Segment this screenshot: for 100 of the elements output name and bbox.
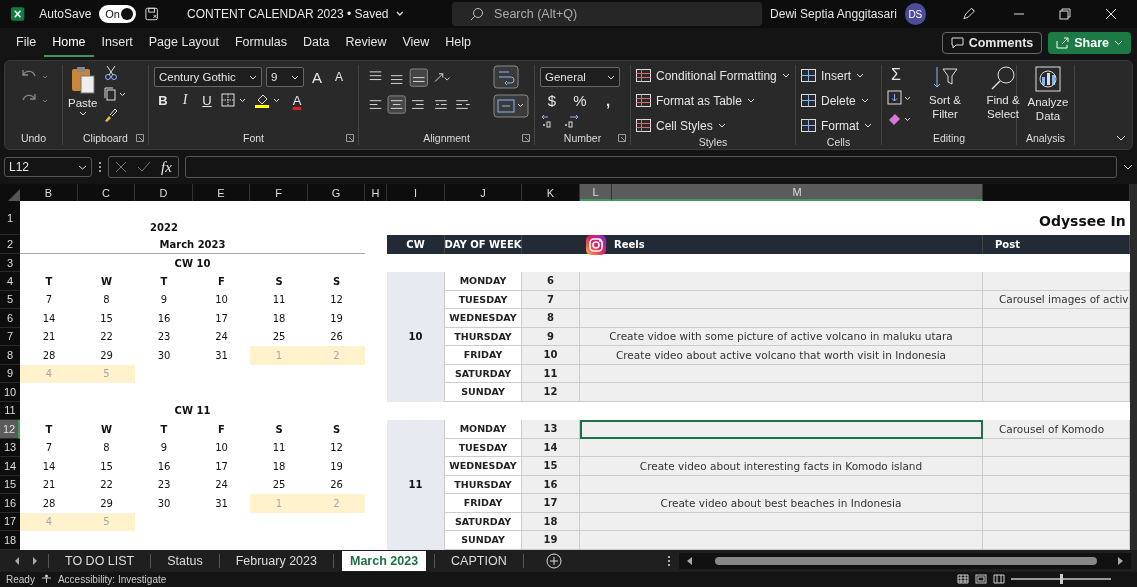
name-box[interactable]: L12: [4, 157, 92, 177]
user-avatar[interactable]: DS: [904, 3, 926, 25]
check-icon[interactable]: [137, 161, 151, 173]
cells-menu-button[interactable]: Delete: [801, 90, 876, 111]
cut-icon[interactable]: [103, 65, 120, 81]
merge-cells-icon[interactable]: [493, 94, 529, 118]
comments-button[interactable]: Comments: [941, 32, 1043, 54]
column-header[interactable]: J: [445, 184, 522, 201]
post-cell[interactable]: Carousel of Komodo: [983, 420, 1130, 439]
collapse-ribbon-icon[interactable]: [1116, 135, 1126, 141]
user-name[interactable]: Dewi Septia Anggitasari: [770, 7, 897, 21]
share-button[interactable]: Share: [1048, 32, 1131, 54]
insert-function-button[interactable]: fx: [161, 158, 172, 176]
post-cell[interactable]: [983, 457, 1130, 476]
font-color-button[interactable]: A: [288, 90, 306, 110]
styles-menu-button[interactable]: Format as Table: [636, 90, 790, 111]
scroll-left-icon[interactable]: [685, 555, 693, 566]
restore-icon[interactable]: [1059, 8, 1071, 20]
column-header[interactable]: C: [78, 184, 135, 201]
row-header[interactable]: 10: [0, 383, 20, 402]
column-header[interactable]: K: [522, 184, 580, 201]
accessibility-icon[interactable]: [40, 574, 52, 585]
currency-button[interactable]: $: [540, 90, 564, 110]
column-header[interactable]: M: [612, 184, 983, 201]
more-options-icon[interactable]: [667, 554, 671, 567]
autosum-button[interactable]: Σ: [887, 65, 905, 85]
cells-menu-button[interactable]: Insert: [801, 65, 876, 86]
styles-menu-button[interactable]: Cell Styles: [636, 115, 790, 136]
row-header[interactable]: 16: [0, 494, 20, 513]
sort-filter-button[interactable]: Sort & Filter: [919, 65, 971, 121]
styles-menu-button[interactable]: Conditional Formatting: [636, 65, 790, 86]
next-sheet-icon[interactable]: [30, 555, 40, 566]
comma-style-button[interactable]: ,: [596, 90, 620, 110]
dialog-launcher-icon[interactable]: [522, 134, 530, 142]
post-cell[interactable]: [983, 494, 1130, 513]
analyze-data-button[interactable]: Analyze Data: [1022, 65, 1074, 123]
menu-tab[interactable]: File: [8, 29, 45, 57]
menu-tab[interactable]: Home: [44, 29, 94, 57]
menu-tab[interactable]: Review: [337, 29, 395, 57]
menu-tab[interactable]: Help: [437, 29, 480, 57]
paste-button[interactable]: Paste: [68, 65, 98, 116]
document-title[interactable]: CONTENT CALENDAR 2023 • Saved: [187, 7, 389, 21]
sheet-tab[interactable]: February 2023: [227, 550, 325, 571]
sheet-tab[interactable]: March 2023: [342, 550, 427, 571]
column-header[interactable]: D: [135, 184, 193, 201]
copy-icon[interactable]: [103, 86, 128, 102]
column-header[interactable]: I: [387, 184, 445, 201]
underline-button[interactable]: U: [198, 90, 216, 110]
number-format-field[interactable]: General: [540, 67, 620, 87]
column-header[interactable]: H: [365, 184, 387, 201]
row-header[interactable]: 3: [0, 254, 20, 272]
menu-tab[interactable]: View: [394, 29, 438, 57]
post-cell[interactable]: [983, 531, 1130, 550]
page-break-icon[interactable]: [993, 574, 1005, 585]
post-cell[interactable]: [983, 346, 1130, 365]
column-header[interactable]: L: [580, 184, 612, 201]
add-sheet-icon[interactable]: [545, 552, 562, 569]
vertical-scrollbar[interactable]: [1130, 184, 1137, 550]
page-layout-icon[interactable]: [975, 574, 987, 585]
dialog-launcher-icon[interactable]: [136, 134, 144, 142]
shrink-font-button[interactable]: A: [330, 67, 348, 87]
caret-icon[interactable]: [396, 11, 405, 17]
row-header[interactable]: 2: [0, 235, 20, 254]
sheet-tab[interactable]: Status: [159, 550, 211, 571]
post-cell[interactable]: [983, 309, 1130, 328]
format-painter-icon[interactable]: [103, 107, 120, 123]
sheet-tab[interactable]: CAPTION: [443, 550, 515, 571]
row-header[interactable]: 18: [0, 531, 20, 550]
normal-view-icon[interactable]: [957, 574, 969, 585]
close-icon[interactable]: [1105, 8, 1117, 20]
row-header[interactable]: 14: [0, 457, 20, 476]
fill-down-icon[interactable]: [887, 90, 913, 106]
bold-button[interactable]: B: [154, 90, 172, 110]
grow-font-button[interactable]: A: [308, 67, 326, 87]
font-size-field[interactable]: 9: [266, 67, 304, 87]
post-cell[interactable]: [983, 383, 1130, 402]
formula-input[interactable]: [184, 156, 1117, 178]
more-options-icon[interactable]: [98, 161, 102, 173]
expand-icon[interactable]: [1123, 164, 1133, 170]
reels-cell[interactable]: Create video about active volcano that worth visit in Indonesia: [580, 346, 983, 365]
autosave-toggle[interactable]: On: [99, 5, 136, 23]
menu-tab[interactable]: Formulas: [226, 29, 296, 57]
accessibility-status[interactable]: Accessibility: Investigate: [57, 573, 167, 585]
save-icon[interactable]: [143, 6, 160, 22]
italic-button[interactable]: I: [176, 90, 194, 110]
column-header[interactable]: B: [20, 184, 78, 201]
eraser-icon[interactable]: [887, 111, 913, 127]
column-header[interactable]: G: [308, 184, 365, 201]
menu-tab[interactable]: Data: [295, 29, 338, 57]
dialog-launcher-icon[interactable]: [346, 134, 354, 142]
row-header[interactable]: 12: [0, 420, 20, 439]
row-header[interactable]: 4: [0, 272, 20, 291]
column-header[interactable]: E: [193, 184, 250, 201]
menu-tab[interactable]: Page Layout: [140, 29, 227, 57]
reels-cell[interactable]: Create video about best beaches in Indonesia: [580, 494, 983, 513]
reels-cell[interactable]: Create video about interesting facts in Komodo island: [580, 457, 983, 476]
row-header[interactable]: 8: [0, 346, 20, 365]
scroll-right-icon[interactable]: [1117, 555, 1125, 566]
column-header[interactable]: F: [250, 184, 308, 201]
row-header[interactable]: 1: [0, 201, 20, 235]
